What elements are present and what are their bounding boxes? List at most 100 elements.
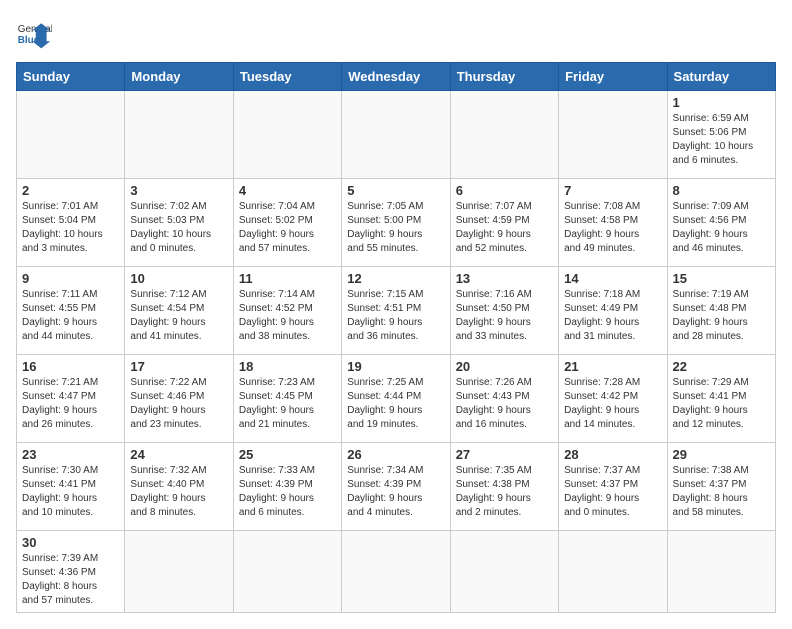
days-header-row: SundayMondayTuesdayWednesdayThursdayFrid… xyxy=(17,63,776,91)
day-header-saturday: Saturday xyxy=(667,63,775,91)
calendar-cell: 22 Sunrise: 7:29 AM Sunset: 4:41 PM Dayli… xyxy=(667,355,775,443)
cell-info: Sunrise: 7:26 AM Sunset: 4:43 PM Dayligh… xyxy=(456,376,553,432)
cell-info: Sunrise: 7:04 AM Sunset: 5:02 PM Dayligh… xyxy=(239,200,336,256)
cell-info: Sunrise: 7:28 AM Sunset: 4:42 PM Dayligh… xyxy=(564,376,661,432)
calendar-cell: 29 Sunrise: 7:38 AM Sunset: 4:37 PM Dayli… xyxy=(667,443,775,531)
calendar-cell: 23 Sunrise: 7:30 AM Sunset: 4:41 PM Dayli… xyxy=(17,443,125,531)
calendar-cell: 28Sunrise: 7:37 AM Sunset: 4:37 PM Dayli… xyxy=(559,443,667,531)
cell-info: Sunrise: 7:09 AM Sunset: 4:56 PM Dayligh… xyxy=(673,200,770,256)
day-number: 6 xyxy=(456,183,553,198)
cell-info: Sunrise: 7:16 AM Sunset: 4:50 PM Dayligh… xyxy=(456,288,553,344)
calendar-cell: 8Sunrise: 7:09 AM Sunset: 4:56 PM Daylig… xyxy=(667,179,775,267)
day-number: 11 xyxy=(239,271,336,286)
calendar-row-5: 30Sunrise: 7:39 AM Sunset: 4:36 PM Dayli… xyxy=(17,531,776,613)
cell-info: Sunrise: 7:22 AM Sunset: 4:46 PM Dayligh… xyxy=(130,376,227,432)
calendar-cell: 14 Sunrise: 7:18 AM Sunset: 4:49 PM Dayli… xyxy=(559,267,667,355)
calendar-cell: 4 Sunrise: 7:04 AM Sunset: 5:02 PM Daylig… xyxy=(233,179,341,267)
calendar-cell: 12 Sunrise: 7:15 AM Sunset: 4:51 PM Dayli… xyxy=(342,267,450,355)
cell-info: Sunrise: 7:38 AM Sunset: 4:37 PM Dayligh… xyxy=(673,464,770,520)
day-number: 16 xyxy=(22,359,119,374)
calendar-cell xyxy=(125,531,233,613)
day-number: 26 xyxy=(347,447,444,462)
day-number: 23 xyxy=(22,447,119,462)
cell-info: Sunrise: 7:25 AM Sunset: 4:44 PM Dayligh… xyxy=(347,376,444,432)
day-number: 25 xyxy=(239,447,336,462)
calendar-cell xyxy=(559,531,667,613)
calendar-cell: 20 Sunrise: 7:26 AM Sunset: 4:43 PM Dayli… xyxy=(450,355,558,443)
day-number: 2 xyxy=(22,183,119,198)
cell-info: Sunrise: 7:02 AM Sunset: 5:03 PM Dayligh… xyxy=(130,200,227,256)
day-number: 22 xyxy=(673,359,770,374)
cell-info: Sunrise: 7:19 AM Sunset: 4:48 PM Dayligh… xyxy=(673,288,770,344)
day-number: 12 xyxy=(347,271,444,286)
day-header-monday: Monday xyxy=(125,63,233,91)
day-number: 1 xyxy=(673,95,770,110)
calendar-cell xyxy=(233,91,341,179)
day-header-wednesday: Wednesday xyxy=(342,63,450,91)
page-header: General Blue xyxy=(16,16,776,52)
day-number: 5 xyxy=(347,183,444,198)
cell-info: Sunrise: 7:34 AM Sunset: 4:39 PM Dayligh… xyxy=(347,464,444,520)
day-number: 27 xyxy=(456,447,553,462)
day-number: 30 xyxy=(22,535,119,550)
calendar-cell: 17Sunrise: 7:22 AM Sunset: 4:46 PM Dayli… xyxy=(125,355,233,443)
calendar-cell xyxy=(667,531,775,613)
calendar-cell: 26 Sunrise: 7:34 AM Sunset: 4:39 PM Dayli… xyxy=(342,443,450,531)
calendar-row-0: 1 Sunrise: 6:59 AM Sunset: 5:06 PM Daylig… xyxy=(17,91,776,179)
cell-info: Sunrise: 7:07 AM Sunset: 4:59 PM Dayligh… xyxy=(456,200,553,256)
day-header-friday: Friday xyxy=(559,63,667,91)
cell-info: Sunrise: 7:05 AM Sunset: 5:00 PM Dayligh… xyxy=(347,200,444,256)
calendar-cell: 10 Sunrise: 7:12 AM Sunset: 4:54 PM Dayli… xyxy=(125,267,233,355)
cell-info: Sunrise: 7:01 AM Sunset: 5:04 PM Dayligh… xyxy=(22,200,119,256)
logo: General Blue xyxy=(16,16,52,52)
cell-info: Sunrise: 7:15 AM Sunset: 4:51 PM Dayligh… xyxy=(347,288,444,344)
day-number: 21 xyxy=(564,359,661,374)
logo-icon: General Blue xyxy=(16,16,52,52)
day-number: 24 xyxy=(130,447,227,462)
day-number: 7 xyxy=(564,183,661,198)
day-number: 15 xyxy=(673,271,770,286)
calendar-cell: 16 Sunrise: 7:21 AM Sunset: 4:47 PM Dayli… xyxy=(17,355,125,443)
cell-info: Sunrise: 7:11 AM Sunset: 4:55 PM Dayligh… xyxy=(22,288,119,344)
cell-info: Sunrise: 7:14 AM Sunset: 4:52 PM Dayligh… xyxy=(239,288,336,344)
calendar-cell: 25 Sunrise: 7:33 AM Sunset: 4:39 PM Dayli… xyxy=(233,443,341,531)
calendar-cell: 6 Sunrise: 7:07 AM Sunset: 4:59 PM Daylig… xyxy=(450,179,558,267)
calendar-cell: 9Sunrise: 7:11 AM Sunset: 4:55 PM Daylig… xyxy=(17,267,125,355)
cell-info: Sunrise: 7:33 AM Sunset: 4:39 PM Dayligh… xyxy=(239,464,336,520)
day-number: 20 xyxy=(456,359,553,374)
calendar-row-2: 9Sunrise: 7:11 AM Sunset: 4:55 PM Daylig… xyxy=(17,267,776,355)
calendar-cell: 27Sunrise: 7:35 AM Sunset: 4:38 PM Dayli… xyxy=(450,443,558,531)
calendar-cell: 1 Sunrise: 6:59 AM Sunset: 5:06 PM Daylig… xyxy=(667,91,775,179)
cell-info: Sunrise: 7:21 AM Sunset: 4:47 PM Dayligh… xyxy=(22,376,119,432)
calendar-cell xyxy=(17,91,125,179)
calendar-cell: 18 Sunrise: 7:23 AM Sunset: 4:45 PM Dayli… xyxy=(233,355,341,443)
calendar-cell xyxy=(233,531,341,613)
day-header-tuesday: Tuesday xyxy=(233,63,341,91)
cell-info: Sunrise: 7:23 AM Sunset: 4:45 PM Dayligh… xyxy=(239,376,336,432)
calendar-cell: 3Sunrise: 7:02 AM Sunset: 5:03 PM Daylig… xyxy=(125,179,233,267)
day-number: 14 xyxy=(564,271,661,286)
calendar-cell: 11 Sunrise: 7:14 AM Sunset: 4:52 PM Dayli… xyxy=(233,267,341,355)
calendar-cell xyxy=(342,91,450,179)
day-number: 10 xyxy=(130,271,227,286)
day-header-sunday: Sunday xyxy=(17,63,125,91)
calendar-row-1: 2 Sunrise: 7:01 AM Sunset: 5:04 PM Daylig… xyxy=(17,179,776,267)
cell-info: Sunrise: 6:59 AM Sunset: 5:06 PM Dayligh… xyxy=(673,112,770,168)
cell-info: Sunrise: 7:18 AM Sunset: 4:49 PM Dayligh… xyxy=(564,288,661,344)
calendar-cell xyxy=(125,91,233,179)
calendar-cell: 15 Sunrise: 7:19 AM Sunset: 4:48 PM Dayli… xyxy=(667,267,775,355)
day-number: 13 xyxy=(456,271,553,286)
day-number: 29 xyxy=(673,447,770,462)
calendar-cell: 30Sunrise: 7:39 AM Sunset: 4:36 PM Dayli… xyxy=(17,531,125,613)
calendar-cell xyxy=(559,91,667,179)
cell-info: Sunrise: 7:12 AM Sunset: 4:54 PM Dayligh… xyxy=(130,288,227,344)
day-header-thursday: Thursday xyxy=(450,63,558,91)
day-number: 4 xyxy=(239,183,336,198)
calendar-cell xyxy=(450,91,558,179)
day-number: 19 xyxy=(347,359,444,374)
cell-info: Sunrise: 7:37 AM Sunset: 4:37 PM Dayligh… xyxy=(564,464,661,520)
calendar-cell xyxy=(450,531,558,613)
cell-info: Sunrise: 7:29 AM Sunset: 4:41 PM Dayligh… xyxy=(673,376,770,432)
day-number: 18 xyxy=(239,359,336,374)
cell-info: Sunrise: 7:30 AM Sunset: 4:41 PM Dayligh… xyxy=(22,464,119,520)
